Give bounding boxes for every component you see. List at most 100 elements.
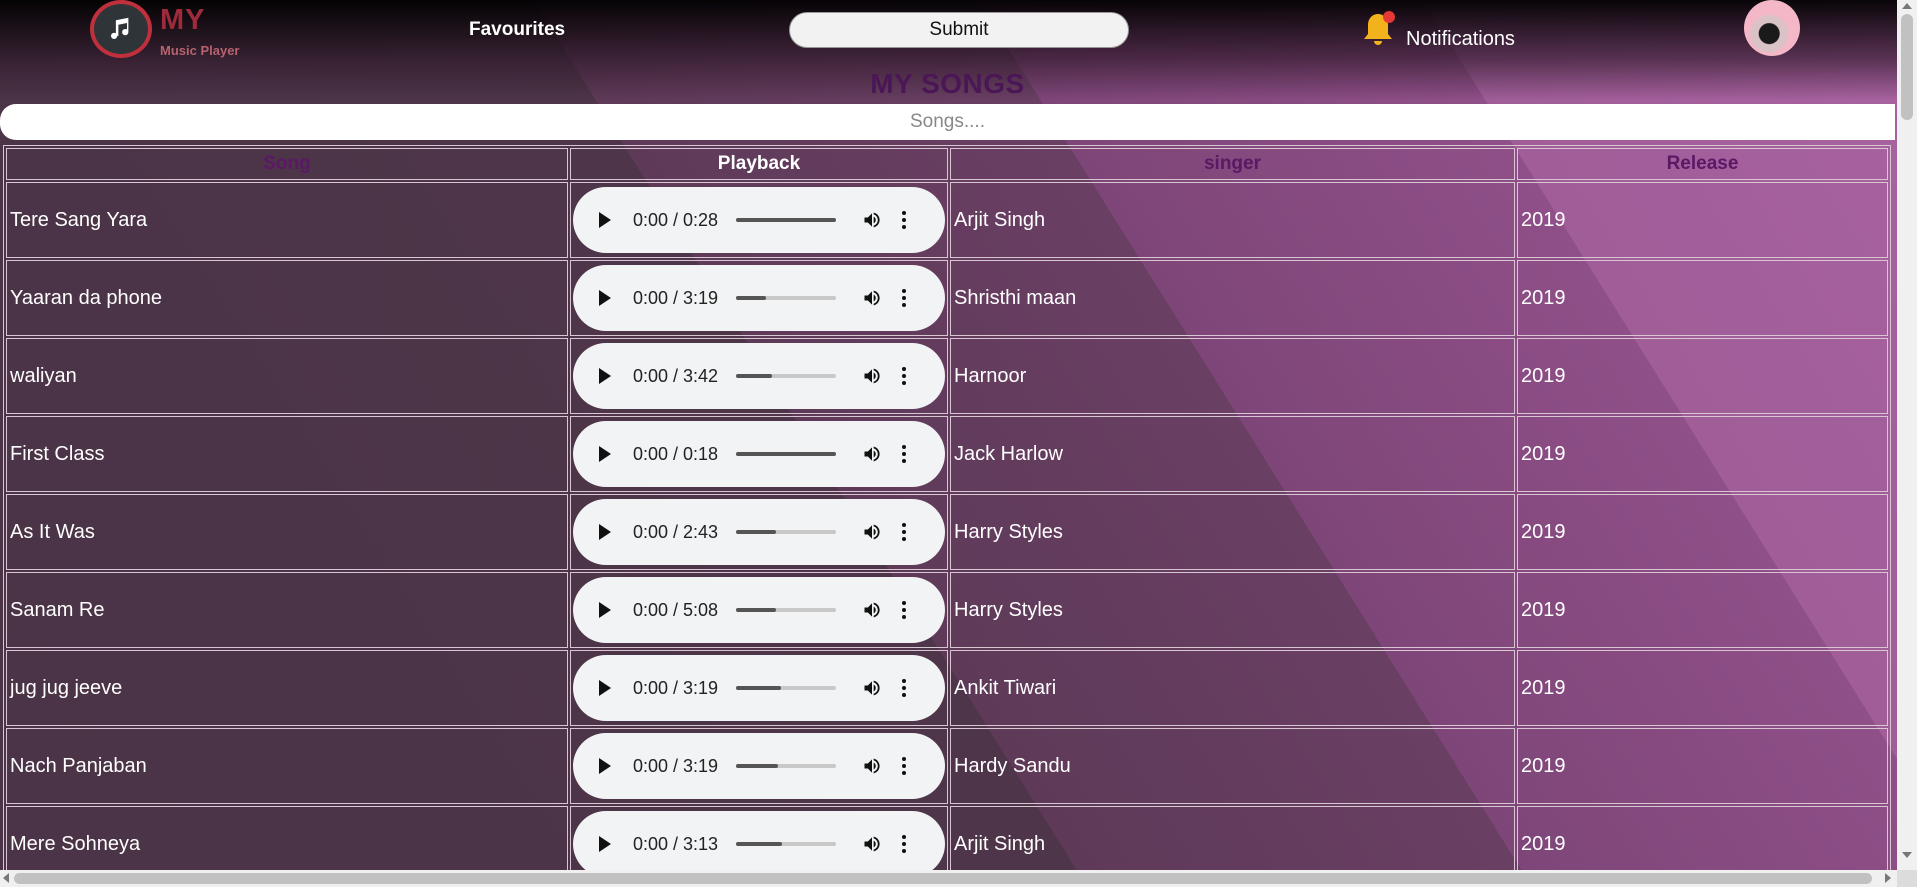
horizontal-scroll-thumb[interactable] <box>14 873 1872 884</box>
volume-icon[interactable] <box>862 288 882 308</box>
audio-progress-slider[interactable] <box>736 374 837 378</box>
column-header-playback: Playback <box>570 148 948 180</box>
audio-player[interactable]: 0:00 / 3:19 <box>573 265 945 331</box>
audio-progress-slider[interactable] <box>736 296 837 300</box>
table-header-row: Song Playback singer Release <box>6 148 1888 180</box>
singer-cell: Arjit Singh <box>950 182 1515 258</box>
scroll-up-arrow-icon[interactable] <box>1902 3 1912 9</box>
notifications-link[interactable]: Notifications <box>1406 28 1515 51</box>
audio-progress-slider[interactable] <box>736 608 837 612</box>
audio-progress-slider[interactable] <box>736 842 837 846</box>
horizontal-scrollbar[interactable] <box>0 870 1897 887</box>
scroll-down-arrow-icon[interactable] <box>1902 852 1912 858</box>
release-cell: 2019 <box>1517 650 1888 726</box>
more-options-icon[interactable] <box>902 601 907 619</box>
more-options-icon[interactable] <box>902 289 907 307</box>
singer-cell: Shristhi maan <box>950 260 1515 336</box>
play-icon[interactable] <box>599 290 611 306</box>
songs-table: Song Playback singer Release Tere Sang Y… <box>3 145 1891 870</box>
release-cell: 2019 <box>1517 416 1888 492</box>
table-row: First Class 0:00 / 0:18 Jack Harlow 2019 <box>6 416 1888 492</box>
playback-cell: 0:00 / 0:28 <box>570 182 948 258</box>
submit-button[interactable]: Submit <box>789 12 1129 48</box>
audio-progress-slider[interactable] <box>736 218 837 222</box>
audio-player[interactable]: 0:00 / 2:43 <box>573 499 945 565</box>
notification-bell-icon[interactable] <box>1362 10 1398 50</box>
more-options-icon[interactable] <box>902 523 907 541</box>
top-navbar: MY Music Player Favourites Submit Notifi… <box>0 0 1895 70</box>
volume-icon[interactable] <box>862 756 882 776</box>
play-icon[interactable] <box>599 758 611 774</box>
play-icon[interactable] <box>599 524 611 540</box>
volume-icon[interactable] <box>862 834 882 854</box>
table-row: jug jug jeeve 0:00 / 3:19 Ankit Tiwari 2019 <box>6 650 1888 726</box>
more-options-icon[interactable] <box>902 445 907 463</box>
release-cell: 2019 <box>1517 494 1888 570</box>
more-options-icon[interactable] <box>902 367 907 385</box>
play-icon[interactable] <box>599 368 611 384</box>
playback-cell: 0:00 / 3:19 <box>570 260 948 336</box>
audio-player[interactable]: 0:00 / 3:42 <box>573 343 945 409</box>
playback-cell: 0:00 / 3:13 <box>570 806 948 870</box>
audio-progress-slider[interactable] <box>736 764 837 768</box>
audio-player[interactable]: 0:00 / 5:08 <box>573 577 945 643</box>
play-icon[interactable] <box>599 836 611 852</box>
table-row: Tere Sang Yara 0:00 / 0:28 Arjit Singh 2019 <box>6 182 1888 258</box>
audio-player[interactable]: 0:00 / 0:28 <box>573 187 945 253</box>
table-row: Sanam Re 0:00 / 5:08 Harry Styles 2019 <box>6 572 1888 648</box>
release-cell: 2019 <box>1517 182 1888 258</box>
play-icon[interactable] <box>599 602 611 618</box>
volume-icon[interactable] <box>862 678 882 698</box>
vertical-scrollbar[interactable] <box>1897 0 1917 887</box>
release-cell: 2019 <box>1517 728 1888 804</box>
scroll-right-arrow-icon[interactable] <box>1885 873 1891 883</box>
release-cell: 2019 <box>1517 572 1888 648</box>
play-icon[interactable] <box>599 212 611 228</box>
audio-player[interactable]: 0:00 / 0:18 <box>573 421 945 487</box>
singer-cell: Harnoor <box>950 338 1515 414</box>
playback-cell: 0:00 / 3:19 <box>570 650 948 726</box>
audio-time: 0:00 / 3:19 <box>633 287 719 308</box>
audio-time: 0:00 / 3:19 <box>633 755 719 776</box>
vertical-scroll-thumb[interactable] <box>1901 14 1913 120</box>
volume-icon[interactable] <box>862 522 882 542</box>
singer-cell: Hardy Sandu <box>950 728 1515 804</box>
play-icon[interactable] <box>599 446 611 462</box>
more-options-icon[interactable] <box>902 835 907 853</box>
song-title-cell: As It Was <box>6 494 568 570</box>
more-options-icon[interactable] <box>902 679 907 697</box>
singer-cell: Arjit Singh <box>950 806 1515 870</box>
audio-progress-slider[interactable] <box>736 530 837 534</box>
brand-title: MY <box>160 4 206 36</box>
playback-cell: 0:00 / 5:08 <box>570 572 948 648</box>
search-input[interactable]: Songs.... <box>0 104 1895 140</box>
volume-icon[interactable] <box>862 210 882 230</box>
column-header-release: Release <box>1517 148 1888 180</box>
volume-icon[interactable] <box>862 600 882 620</box>
singer-cell: Harry Styles <box>950 494 1515 570</box>
play-icon[interactable] <box>599 680 611 696</box>
song-title-cell: Tere Sang Yara <box>6 182 568 258</box>
volume-icon[interactable] <box>862 444 882 464</box>
audio-progress-slider[interactable] <box>736 686 837 690</box>
song-title-cell: waliyan <box>6 338 568 414</box>
scroll-left-arrow-icon[interactable] <box>3 873 9 883</box>
audio-time: 0:00 / 3:19 <box>633 677 719 698</box>
singer-cell: Jack Harlow <box>950 416 1515 492</box>
playback-cell: 0:00 / 0:18 <box>570 416 948 492</box>
audio-player[interactable]: 0:00 / 3:19 <box>573 655 945 721</box>
audio-time: 0:00 / 3:42 <box>633 365 719 386</box>
table-row: Yaaran da phone 0:00 / 3:19 Shristhi maan 2… <box>6 260 1888 336</box>
logo[interactable] <box>90 0 152 58</box>
favourites-link[interactable]: Favourites <box>469 19 565 41</box>
audio-progress-slider[interactable] <box>736 452 837 456</box>
more-options-icon[interactable] <box>902 757 907 775</box>
audio-player[interactable]: 0:00 / 3:19 <box>573 733 945 799</box>
playback-cell: 0:00 / 3:42 <box>570 338 948 414</box>
volume-icon[interactable] <box>862 366 882 386</box>
audio-player[interactable]: 0:00 / 3:13 <box>573 811 945 870</box>
more-options-icon[interactable] <box>902 211 907 229</box>
table-row: As It Was 0:00 / 2:43 Harry Styles 2019 <box>6 494 1888 570</box>
avatar[interactable] <box>1744 0 1800 56</box>
release-cell: 2019 <box>1517 806 1888 870</box>
